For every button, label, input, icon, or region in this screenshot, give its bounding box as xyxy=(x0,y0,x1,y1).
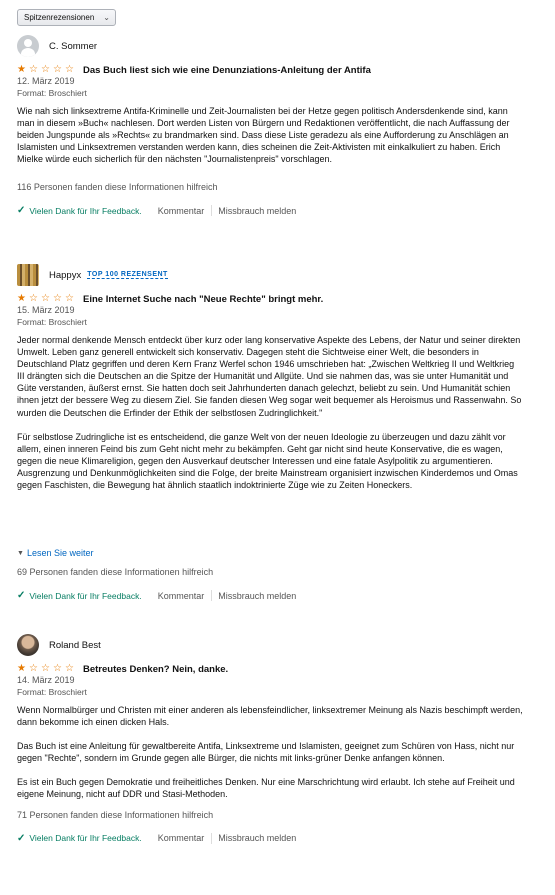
review-paragraph: Jeder normal denkende Mensch entdeckt üb… xyxy=(17,335,522,418)
review-item: Roland Best ★ ☆ ☆ ☆ ☆ Betreutes Denken? … xyxy=(17,633,523,844)
star-rating[interactable]: ★ ☆ ☆ ☆ ☆ xyxy=(17,294,77,304)
reviewer-name[interactable]: Roland Best xyxy=(49,640,101,651)
chevron-down-icon: ⌄ xyxy=(103,13,110,22)
star-rating[interactable]: ★ ☆ ☆ ☆ ☆ xyxy=(17,664,77,674)
review-date: 15. März 2019 xyxy=(17,305,75,315)
review-date: 12. März 2019 xyxy=(17,76,75,86)
review-format[interactable]: Format: Broschiert xyxy=(17,88,523,99)
star-empty-icon: ☆ xyxy=(41,293,50,304)
review-date: 14. März 2019 xyxy=(17,675,75,685)
star-filled-icon: ★ xyxy=(17,663,26,674)
review-body: Jeder normal denkende Mensch entdeckt üb… xyxy=(17,334,523,545)
review-title[interactable]: Betreutes Denken? Nein, danke. xyxy=(83,664,228,675)
star-empty-icon: ☆ xyxy=(65,663,74,674)
divider xyxy=(211,205,213,217)
star-empty-icon: ☆ xyxy=(65,64,74,75)
review-title[interactable]: Eine Internet Suche nach "Neue Rechte" b… xyxy=(83,294,323,305)
comment-link[interactable]: Kommentar xyxy=(158,206,205,216)
star-empty-icon: ☆ xyxy=(65,293,74,304)
review-format[interactable]: Format: Broschiert xyxy=(17,687,523,698)
reviewer-profile[interactable]: C. Sommer xyxy=(17,34,523,58)
divider xyxy=(211,590,213,601)
checkmark-icon: ✓ xyxy=(17,205,26,217)
star-empty-icon: ☆ xyxy=(29,293,38,304)
helpful-count: 116 Personen fanden diese Informationen … xyxy=(17,182,218,193)
star-empty-icon: ☆ xyxy=(53,64,62,75)
star-empty-icon: ☆ xyxy=(29,663,38,674)
star-empty-icon: ☆ xyxy=(41,663,50,674)
reviewer-profile[interactable]: Happyx TOP 100 REZENSENT xyxy=(17,263,523,287)
checkmark-icon: ✓ xyxy=(17,832,26,844)
star-filled-icon: ★ xyxy=(17,64,26,75)
sort-dropdown-label: Spitzenrezensionen xyxy=(24,13,95,22)
review-title[interactable]: Das Buch liest sich wie eine Denunziatio… xyxy=(83,65,371,76)
report-abuse-link[interactable]: Missbrauch melden xyxy=(218,591,296,601)
reviewer-name[interactable]: C. Sommer xyxy=(49,41,97,52)
star-empty-icon: ☆ xyxy=(29,64,38,75)
feedback-thanks-text: Vielen Dank für Ihr Feedback. xyxy=(29,205,142,216)
review-paragraph: Wie nah sich linksextreme Antifa-Krimine… xyxy=(17,106,510,165)
star-empty-icon: ☆ xyxy=(41,64,50,75)
review-paragraph: Das Buch ist eine Anleitung für gewaltbe… xyxy=(17,741,515,764)
review-item: C. Sommer ★ ☆ ☆ ☆ ☆ Das Buch liest sich … xyxy=(17,34,523,217)
star-rating[interactable]: ★ ☆ ☆ ☆ ☆ xyxy=(17,65,77,75)
review-item: Happyx TOP 100 REZENSENT ★ ☆ ☆ ☆ ☆ Eine … xyxy=(17,263,523,601)
top-reviewer-badge[interactable]: TOP 100 REZENSENT xyxy=(87,271,168,279)
sort-dropdown[interactable]: Spitzenrezensionen ⌄ xyxy=(17,9,116,26)
report-abuse-link[interactable]: Missbrauch melden xyxy=(218,833,296,843)
read-more-link[interactable]: ▼ Lesen Sie weiter xyxy=(17,548,523,558)
comment-link[interactable]: Kommentar xyxy=(158,833,205,843)
reviewer-name[interactable]: Happyx xyxy=(49,270,81,281)
feedback-thanks: ✓ Vielen Dank für Ihr Feedback. xyxy=(17,205,142,216)
helpful-count: 69 Personen fanden diese Informationen h… xyxy=(17,567,214,577)
feedback-thanks-text: Vielen Dank für Ihr Feedback. xyxy=(29,833,142,844)
review-paragraph: Wenn Normalbürger und Christen mit einer… xyxy=(17,705,523,728)
feedback-thanks-text: Vielen Dank für Ihr Feedback. xyxy=(29,590,142,601)
review-body: Wenn Normalbürger und Christen mit einer… xyxy=(17,704,523,801)
read-more-text[interactable]: Lesen Sie weiter xyxy=(27,548,94,558)
comment-link[interactable]: Kommentar xyxy=(158,591,205,601)
avatar xyxy=(17,634,39,656)
feedback-thanks: ✓ Vielen Dank für Ihr Feedback. xyxy=(17,590,142,601)
helpful-count: 71 Personen fanden diese Informationen h… xyxy=(17,809,214,820)
avatar xyxy=(17,35,39,57)
divider xyxy=(211,832,213,844)
review-paragraph: Es ist ein Buch gegen Demokratie und fre… xyxy=(17,777,515,800)
star-filled-icon: ★ xyxy=(17,293,26,304)
chevron-down-icon: ▼ xyxy=(17,549,24,557)
review-paragraph: Für selbstlose Zudringliche ist es entsc… xyxy=(17,431,518,491)
star-empty-icon: ☆ xyxy=(53,293,62,304)
checkmark-icon: ✓ xyxy=(17,590,26,601)
star-empty-icon: ☆ xyxy=(53,663,62,674)
avatar xyxy=(17,264,39,286)
feedback-thanks: ✓ Vielen Dank für Ihr Feedback. xyxy=(17,833,142,844)
report-abuse-link[interactable]: Missbrauch melden xyxy=(218,206,296,216)
review-format[interactable]: Format: Broschiert xyxy=(17,317,523,328)
reviewer-profile[interactable]: Roland Best xyxy=(17,633,523,657)
review-body: Wie nah sich linksextreme Antifa-Krimine… xyxy=(17,105,523,165)
